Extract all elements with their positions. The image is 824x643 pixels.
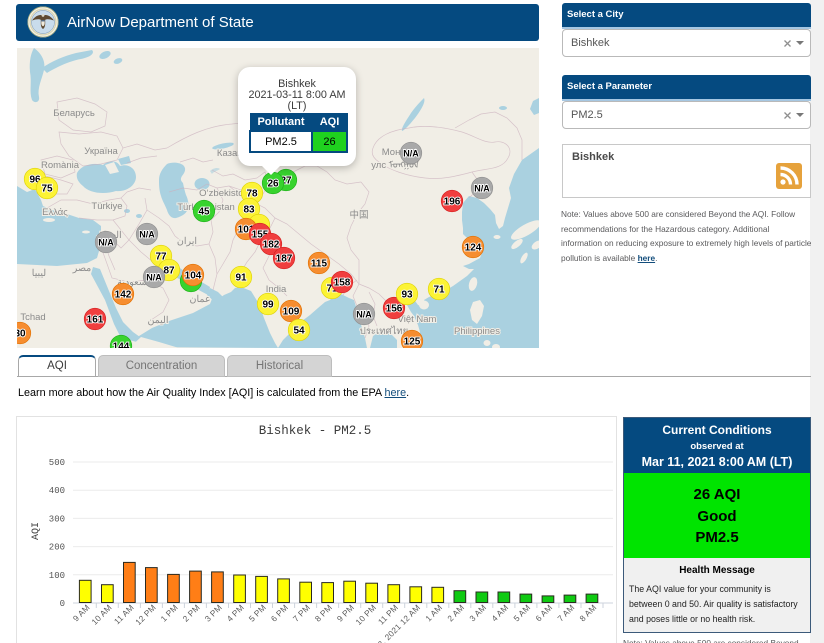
- svg-text:Беларусь: Беларусь: [53, 108, 95, 119]
- svg-text:1 PM: 1 PM: [158, 602, 179, 623]
- svg-text:ประเทศไทย: ประเทศไทย: [360, 325, 408, 337]
- svg-text:Philippines: Philippines: [454, 326, 500, 337]
- svg-text:125: 125: [404, 337, 421, 348]
- svg-text:30: 30: [17, 329, 26, 340]
- svg-text:6 PM: 6 PM: [269, 602, 290, 623]
- svg-text:54: 54: [293, 326, 305, 337]
- svg-text:200: 200: [49, 543, 65, 553]
- svg-text:45: 45: [198, 207, 210, 218]
- svg-text:0: 0: [60, 599, 65, 609]
- svg-text:Tchad: Tchad: [20, 312, 45, 323]
- svg-text:3 PM: 3 PM: [203, 602, 224, 623]
- svg-text:N/A: N/A: [98, 238, 114, 248]
- svg-text:109: 109: [283, 307, 300, 318]
- svg-text:مصر: مصر: [72, 263, 92, 274]
- svg-text:中国: 中国: [349, 209, 368, 221]
- svg-text:161: 161: [87, 315, 104, 326]
- svg-text:158: 158: [334, 278, 351, 289]
- svg-text:142: 142: [115, 290, 132, 301]
- svg-text:83: 83: [243, 205, 255, 216]
- svg-text:182: 182: [263, 240, 280, 251]
- svg-text:10 PM: 10 PM: [353, 602, 378, 627]
- svg-text:N/A: N/A: [474, 184, 490, 194]
- svg-text:156: 156: [386, 304, 403, 315]
- svg-text:500: 500: [49, 458, 65, 468]
- svg-text:196: 196: [444, 197, 461, 208]
- svg-text:ليبيا: ليبيا: [32, 268, 46, 279]
- svg-text:93: 93: [401, 290, 413, 301]
- svg-text:10 AM: 10 AM: [89, 602, 113, 626]
- svg-text:12 PM: 12 PM: [133, 602, 158, 627]
- svg-text:124: 124: [465, 243, 482, 254]
- svg-text:99: 99: [262, 300, 274, 311]
- svg-text:100: 100: [49, 571, 65, 581]
- svg-text:144: 144: [113, 342, 130, 349]
- svg-text:N/A: N/A: [146, 273, 162, 283]
- svg-text:Türkiye: Türkiye: [91, 201, 122, 212]
- svg-text:Україна: Україна: [84, 146, 118, 157]
- svg-text:26: 26: [267, 179, 279, 190]
- svg-text:Ελλάς: Ελλάς: [42, 207, 68, 218]
- svg-text:300: 300: [49, 514, 65, 524]
- svg-text:11 AM: 11 AM: [112, 602, 136, 626]
- svg-text:N/A: N/A: [356, 310, 372, 320]
- svg-text:71: 71: [433, 285, 445, 296]
- svg-text:Romània: Romània: [41, 160, 80, 171]
- svg-text:Bishkek - PM2.5: Bishkek - PM2.5: [259, 424, 372, 438]
- svg-text:400: 400: [49, 486, 65, 496]
- svg-text:115: 115: [311, 259, 328, 270]
- svg-text:N/A: N/A: [403, 149, 419, 159]
- svg-text:Việt Nam: Việt Nam: [398, 314, 437, 325]
- svg-text:91: 91: [235, 273, 247, 284]
- svg-text:87: 87: [163, 266, 175, 277]
- svg-text:78: 78: [246, 189, 258, 200]
- svg-text:5 PM: 5 PM: [247, 602, 268, 623]
- svg-text:ايران: ايران: [177, 236, 197, 247]
- svg-text:2 PM: 2 PM: [180, 602, 201, 623]
- svg-text:104: 104: [185, 271, 202, 282]
- svg-text:AQI: AQI: [31, 522, 42, 540]
- svg-text:8 PM: 8 PM: [313, 602, 334, 623]
- svg-text:N/A: N/A: [139, 230, 155, 240]
- svg-text:4 PM: 4 PM: [225, 602, 246, 623]
- svg-text:عمان: عمان: [189, 294, 210, 305]
- svg-text:اليمن: اليمن: [147, 315, 168, 326]
- svg-text:187: 187: [276, 254, 293, 265]
- svg-text:7 PM: 7 PM: [291, 602, 312, 623]
- svg-text:75: 75: [41, 184, 53, 195]
